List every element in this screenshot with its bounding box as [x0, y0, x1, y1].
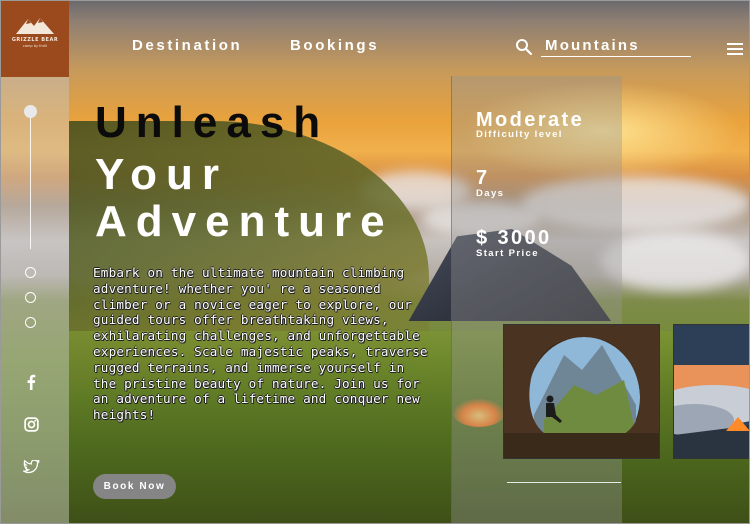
- panel-divider: [507, 482, 621, 483]
- destination-card-peak[interactable]: [673, 324, 749, 459]
- mountain-logo-icon: [16, 18, 54, 34]
- price-value: $ 3000: [476, 227, 552, 249]
- nav-destination[interactable]: Destination: [132, 37, 242, 54]
- difficulty-label: Difficulty level: [476, 129, 563, 140]
- hamburger-menu-icon[interactable]: [727, 43, 743, 56]
- twitter-icon: [22, 460, 40, 474]
- destination-card-cave[interactable]: [503, 324, 660, 459]
- peak-tent-image: [674, 325, 749, 458]
- twitter-link[interactable]: [20, 456, 42, 478]
- duration-value: 7: [476, 167, 490, 189]
- page-frame: GRIZZLE BEAR camp by thrill Destination …: [0, 0, 750, 524]
- hero-title-line-3: Adventure: [95, 197, 394, 246]
- search-input[interactable]: [541, 35, 691, 57]
- price-label: Start Price: [476, 248, 539, 259]
- nav-bookings[interactable]: Bookings: [290, 37, 379, 54]
- book-now-button[interactable]: Book Now: [93, 474, 176, 499]
- instagram-icon: [23, 416, 39, 432]
- facebook-icon: [27, 374, 36, 390]
- duration-label: Days: [476, 188, 505, 199]
- brand-name: GRIZZLE BEAR: [11, 37, 59, 43]
- slide-dot-4[interactable]: [25, 317, 36, 328]
- hero-title-line-2: Your: [95, 150, 228, 199]
- sidebar: [1, 1, 69, 523]
- slide-progress-knob[interactable]: [24, 105, 37, 118]
- slide-dot-3[interactable]: [25, 292, 36, 303]
- facebook-link[interactable]: [20, 371, 42, 393]
- hero-title-line-1: Unleash: [95, 98, 330, 147]
- brand-logo[interactable]: GRIZZLE BEAR camp by thrill: [1, 1, 69, 77]
- brand-tagline: camp by thrill: [22, 44, 48, 48]
- cave-hiker-image: [504, 325, 659, 458]
- slide-progress-track: [30, 113, 31, 249]
- search-icon[interactable]: [515, 38, 533, 56]
- instagram-link[interactable]: [20, 413, 42, 435]
- hero-description: Embark on the ultimate mountain climbing…: [93, 265, 428, 423]
- slide-dot-2[interactable]: [25, 267, 36, 278]
